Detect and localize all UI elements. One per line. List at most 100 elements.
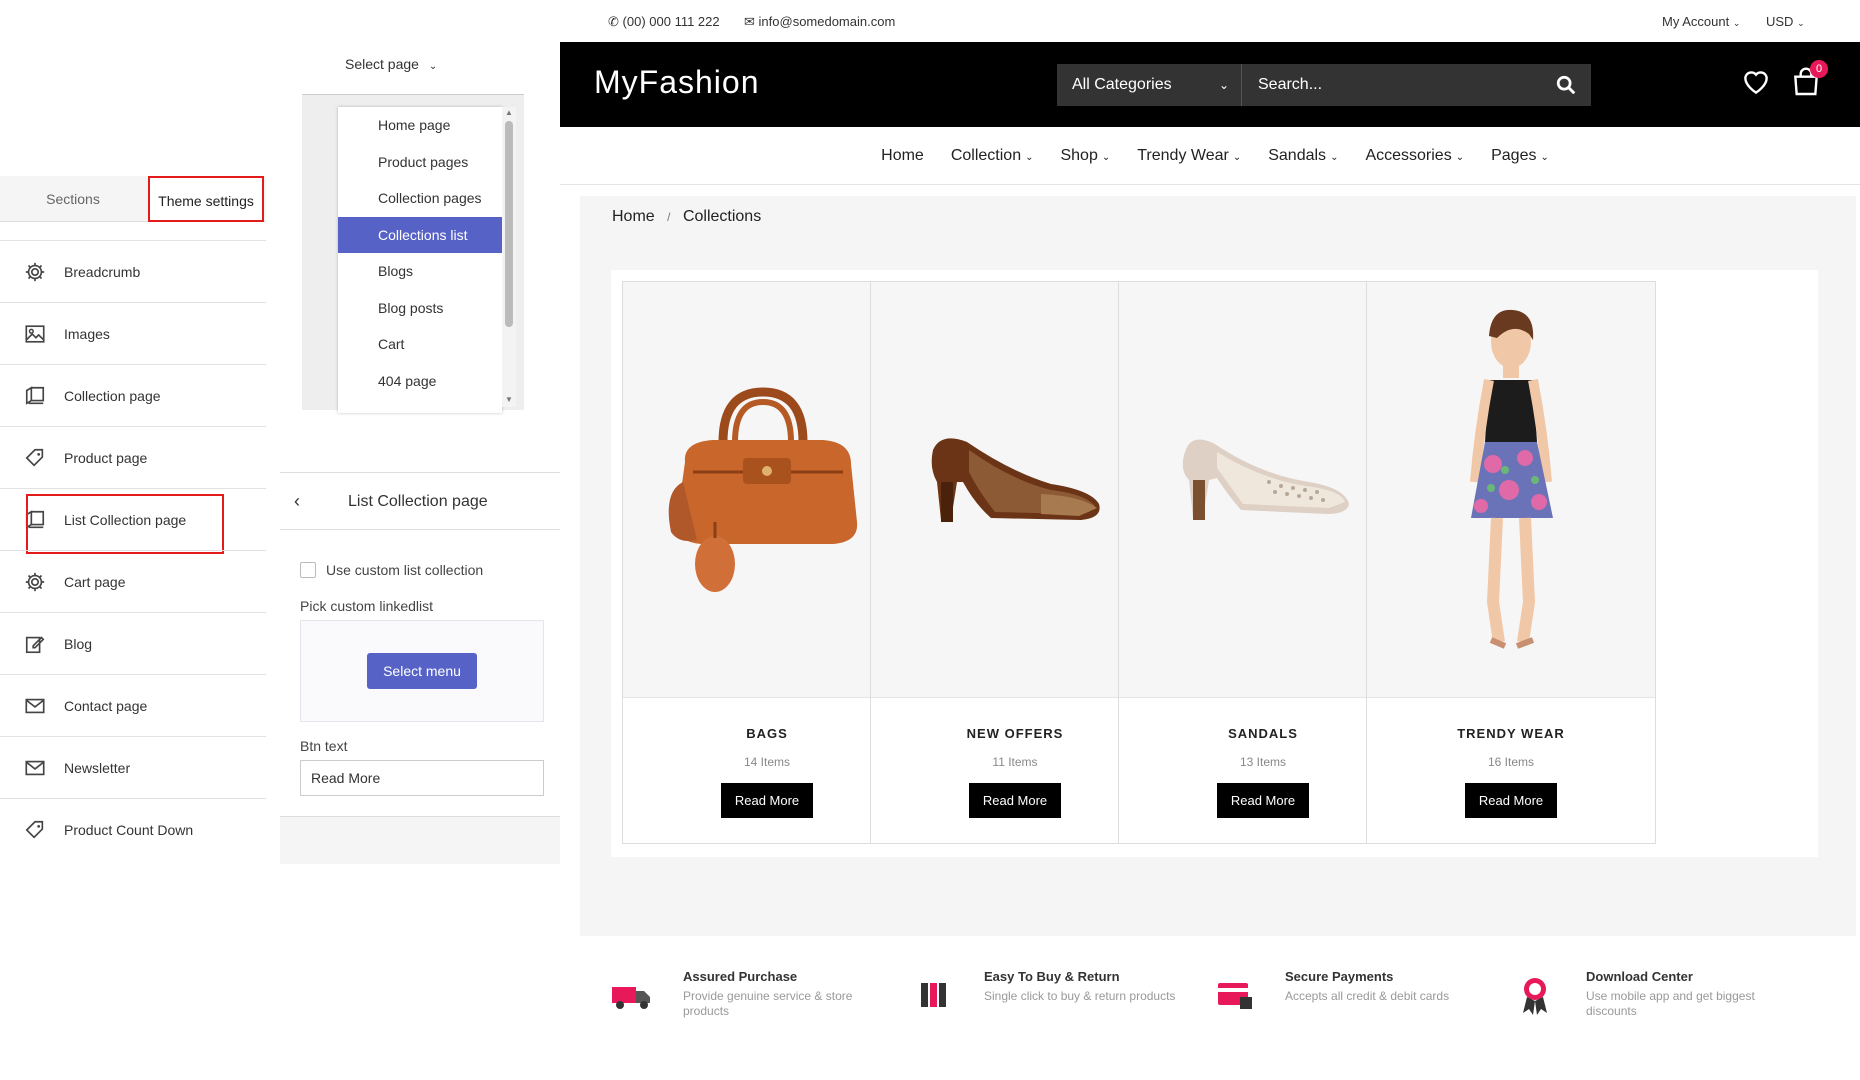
collection-image-heel-shoe[interactable] bbox=[871, 282, 1159, 698]
sidebar-item-list-collection-page[interactable]: List Collection page bbox=[0, 488, 266, 554]
pick-linkedlist-box: Select menu bbox=[300, 620, 544, 722]
read-more-button[interactable]: Read More bbox=[1465, 783, 1557, 818]
sidebar-item-product-page[interactable]: Product page bbox=[0, 426, 266, 488]
feature-assured-purchase: Assured Purchase Provide genuine service… bbox=[610, 965, 910, 1045]
chevron-down-icon: ⌄ bbox=[1330, 151, 1339, 163]
nav-item-collection[interactable]: Collection ⌄ bbox=[951, 147, 1034, 165]
collection-image-model-dress[interactable] bbox=[1367, 282, 1655, 698]
sidebar-item-blog[interactable]: Blog bbox=[0, 612, 266, 674]
nav-label: Trendy Wear bbox=[1137, 146, 1229, 164]
chevron-down-icon: ⌄ bbox=[428, 61, 438, 72]
dropdown-option-blogs[interactable]: Blogs bbox=[338, 253, 502, 290]
scrollbar-thumb[interactable] bbox=[505, 121, 513, 327]
store-logo[interactable]: MyFashion bbox=[594, 64, 760, 101]
category-select[interactable]: All Categories ⌄ bbox=[1057, 64, 1242, 106]
page-dropdown-list: Home page Product pages Collection pages… bbox=[338, 107, 502, 413]
back-chevron-icon[interactable]: ‹ bbox=[294, 491, 300, 512]
nav-item-trendy-wear[interactable]: Trendy Wear ⌄ bbox=[1137, 147, 1241, 165]
collection-card[interactable]: NEW OFFERS 11 Items Read More bbox=[870, 281, 1160, 844]
read-more-button[interactable]: Read More bbox=[721, 783, 813, 818]
nav-label: Sandals bbox=[1268, 146, 1327, 164]
sidebar-item-cart-page[interactable]: Cart page bbox=[0, 550, 266, 612]
dropdown-option-cart[interactable]: Cart bbox=[338, 326, 502, 363]
main-nav: Home Collection ⌄ Shop ⌄ Trendy Wear ⌄ Sand… bbox=[560, 127, 1860, 185]
custom-list-collection-row[interactable]: Use custom list collection bbox=[300, 562, 483, 578]
read-more-button[interactable]: Read More bbox=[969, 783, 1061, 818]
phone-contact[interactable]: ✆ (00) 000 111 222 bbox=[608, 14, 720, 30]
sidebar-item-collection-page[interactable]: Collection page bbox=[0, 364, 266, 426]
tab-theme-settings[interactable]: Theme settings bbox=[148, 176, 264, 222]
collection-title: TRENDY WEAR bbox=[1457, 726, 1565, 741]
btn-text-input[interactable] bbox=[300, 760, 544, 796]
dropdown-scrollbar[interactable]: ▲ ▼ bbox=[502, 107, 516, 407]
dropdown-option-collection-pages[interactable]: Collection pages bbox=[338, 180, 502, 217]
nav-item-accessories[interactable]: Accessories ⌄ bbox=[1365, 147, 1464, 165]
dropdown-option-collections-list[interactable]: Collections list bbox=[338, 216, 502, 253]
feature-title: Secure Payments bbox=[1285, 969, 1394, 984]
search-icon[interactable] bbox=[1555, 74, 1577, 96]
feature-desc: Accepts all credit & debit cards bbox=[1285, 989, 1450, 1003]
nav-item-sandals[interactable]: Sandals ⌄ bbox=[1268, 147, 1338, 165]
tab-sections[interactable]: Sections bbox=[0, 176, 146, 222]
feature-title: Assured Purchase bbox=[683, 969, 798, 984]
dropdown-option-404-page[interactable]: 404 page bbox=[338, 363, 502, 400]
currency-dropdown[interactable]: USD ⌄ bbox=[1766, 14, 1805, 29]
collections-grid: BAGS 14 Items Read More NEW OFFERS 11 It… bbox=[611, 270, 1818, 857]
collection-card[interactable]: SANDALS 13 Items Read More bbox=[1118, 281, 1408, 844]
collection-count: 16 Items bbox=[1487, 755, 1535, 769]
scroll-down-arrow-icon[interactable]: ▼ bbox=[505, 395, 513, 404]
sidebar-item-images[interactable]: Images bbox=[0, 302, 266, 364]
collection-title: NEW OFFERS bbox=[966, 726, 1064, 741]
chevron-down-icon: ⌄ bbox=[1101, 151, 1111, 163]
heart-icon[interactable] bbox=[1740, 66, 1772, 98]
breadcrumb-home[interactable]: Home bbox=[612, 208, 655, 225]
sidebar-item-label: Newsletter bbox=[64, 759, 131, 776]
sidebar-item-contact-page[interactable]: Contact page bbox=[0, 674, 266, 736]
feature-desc: Single click to buy & return products bbox=[984, 989, 1176, 1003]
my-account-dropdown[interactable]: My Account ⌄ bbox=[1662, 14, 1740, 29]
collection-card[interactable]: TRENDY WEAR 16 Items Read More bbox=[1366, 281, 1656, 844]
page-dropdown: Home page Product pages Collection pages… bbox=[302, 94, 524, 413]
chevron-down-icon: ⌄ bbox=[1232, 151, 1242, 163]
sidebar-item-label: Cart page bbox=[64, 573, 126, 590]
currency-label: USD bbox=[1766, 14, 1794, 29]
store-header: MyFashion All Categories ⌄ 0 bbox=[560, 42, 1860, 127]
nav-label: Accessories bbox=[1365, 146, 1452, 164]
nav-label: Pages bbox=[1491, 146, 1537, 164]
dropdown-option-blog-posts[interactable]: Blog posts bbox=[338, 290, 502, 327]
nav-label: Shop bbox=[1060, 146, 1098, 164]
tag-icon bbox=[25, 448, 44, 467]
nav-item-pages[interactable]: Pages ⌄ bbox=[1491, 147, 1549, 165]
panel-header: ‹ List Collection page bbox=[280, 472, 560, 530]
sidebar-item-newsletter[interactable]: Newsletter bbox=[0, 736, 266, 798]
mail-icon: ✉ bbox=[744, 14, 755, 29]
phone-text: (00) 000 111 222 bbox=[622, 14, 720, 29]
select-page-trigger[interactable]: Select page ⌄ bbox=[345, 56, 437, 72]
nav-item-shop[interactable]: Shop ⌄ bbox=[1060, 147, 1110, 165]
sidebar-item-product-count-down[interactable]: Product Count Down bbox=[0, 798, 266, 860]
dropdown-option-product-pages[interactable]: Product pages bbox=[338, 144, 502, 181]
custom-list-collection-checkbox[interactable] bbox=[300, 562, 316, 578]
email-contact[interactable]: ✉ info@somedomain.com bbox=[744, 14, 895, 30]
collection-card[interactable]: BAGS 14 Items Read More bbox=[622, 281, 912, 844]
return-icon bbox=[921, 983, 946, 1007]
select-menu-button[interactable]: Select menu bbox=[367, 653, 477, 689]
image-icon bbox=[25, 324, 45, 343]
dropdown-option-home-page[interactable]: Home page bbox=[338, 107, 502, 144]
scroll-up-arrow-icon[interactable]: ▲ bbox=[505, 108, 513, 117]
sidebar-tabs: Sections Theme settings bbox=[0, 176, 266, 222]
search-input[interactable] bbox=[1243, 64, 1543, 106]
chevron-down-icon: ⌄ bbox=[1797, 18, 1805, 28]
sidebar-item-breadcrumb[interactable]: Breadcrumb bbox=[0, 240, 266, 302]
checkbox-label: Use custom list collection bbox=[326, 562, 484, 578]
feature-desc: Use mobile app and get biggest discounts bbox=[1586, 989, 1755, 1018]
collection-image-handbag[interactable] bbox=[623, 282, 911, 698]
sidebar-item-label: Breadcrumb bbox=[64, 263, 141, 280]
breadcrumb: Home / Collections bbox=[612, 208, 761, 226]
panel-footer bbox=[280, 816, 560, 864]
gear-icon bbox=[25, 572, 45, 591]
nav-item-home[interactable]: Home bbox=[881, 147, 924, 165]
read-more-button[interactable]: Read More bbox=[1217, 783, 1309, 818]
collection-image-pump-shoe[interactable] bbox=[1119, 282, 1407, 698]
chevron-down-icon: ⌄ bbox=[1025, 151, 1034, 163]
